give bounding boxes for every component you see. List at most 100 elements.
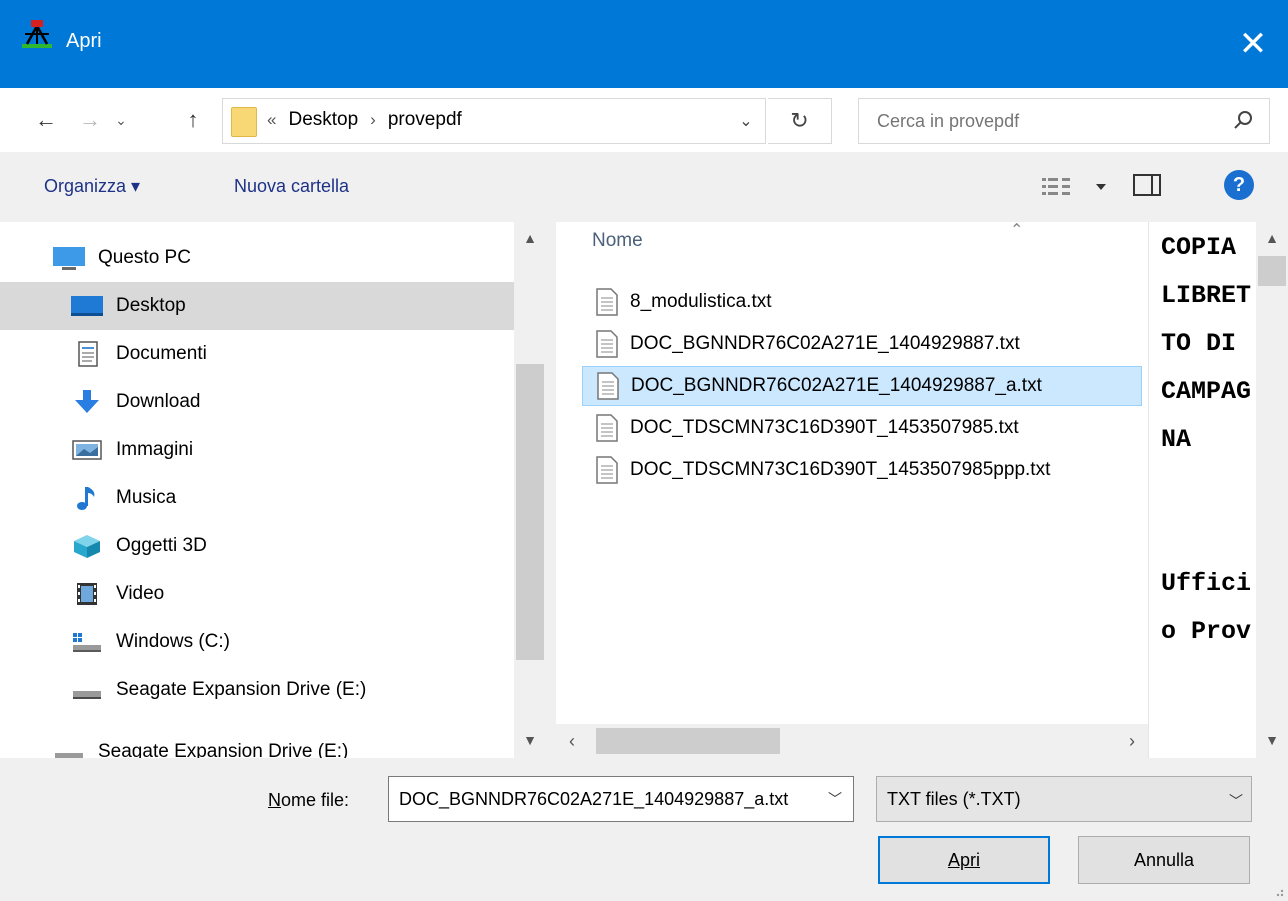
sidebar-item-label: Seagate Expansion Drive (E:) — [116, 679, 367, 700]
chevron-down-icon[interactable]: ﹀ — [817, 777, 853, 821]
change-view-icon[interactable] — [1040, 174, 1110, 200]
sidebar-item-label: Seagate Expansion Drive (E:) — [98, 741, 349, 758]
drive-icon — [73, 691, 101, 699]
filename-label: Nome file: — [268, 790, 349, 811]
sort-ascending-icon: ⌃ — [1010, 222, 1024, 239]
address-dropdown-button[interactable]: ⌄ — [726, 98, 766, 144]
close-button[interactable]: ✕ — [1218, 0, 1288, 88]
file-row[interactable]: 8_modulistica.txt — [582, 282, 1142, 322]
sidebar-item-label: Download — [116, 391, 201, 412]
new-folder-button[interactable]: Nuova cartella — [234, 176, 349, 197]
refresh-button[interactable]: ↻ — [768, 98, 832, 144]
open-button-label: Apri — [947, 849, 980, 870]
window-title: Apri — [66, 30, 102, 52]
scrollbar-thumb[interactable] — [596, 728, 780, 754]
scroll-up-arrow-icon[interactable]: ▲ — [514, 222, 546, 254]
file-name: 8_modulistica.txt — [630, 291, 772, 312]
windows-drive-icon — [73, 633, 101, 652]
column-header-name[interactable]: Nome — [592, 230, 643, 252]
sidebar-item-label: Immagini — [116, 439, 194, 460]
sidebar-item-download[interactable]: Download — [0, 378, 514, 426]
pc-icon — [53, 247, 85, 270]
file-type-select[interactable]: TXT files (*.TXT) ﹀ — [876, 776, 1252, 822]
breadcrumb-provepdf[interactable]: provepdf — [388, 109, 462, 131]
breadcrumb-overflow[interactable]: « — [267, 110, 276, 130]
preview-pane-icon[interactable] — [1132, 172, 1162, 198]
video-icon — [77, 583, 97, 605]
breadcrumb-desktop[interactable]: Desktop — [288, 109, 358, 131]
file-list: ⌃ Nome 8_modulistica.txt DOC_BGNNDR76C02… — [556, 222, 1148, 758]
sidebar-item-immagini[interactable]: Immagini — [0, 426, 514, 474]
breadcrumb-separator[interactable]: › — [370, 110, 376, 130]
folder-icon — [231, 107, 257, 137]
up-button[interactable]: ↑ — [176, 104, 210, 136]
text-file-icon — [596, 456, 618, 484]
sidebar-item-label: Oggetti 3D — [116, 535, 207, 556]
file-name: DOC_TDSCMN73C16D390T_1453507985.txt — [630, 417, 1019, 438]
breadcrumb: « Desktop › provepdf — [267, 109, 462, 131]
filename-value[interactable]: DOC_BGNNDR76C02A271E_1404929887_a.txt — [399, 789, 815, 810]
navigation-pane: Questo PC Desktop Documenti Download Imm… — [0, 222, 514, 758]
sidebar-item-label: Windows (C:) — [116, 631, 231, 652]
dialog-footer: Nome file: DOC_BGNNDR76C02A271E_14049298… — [0, 758, 1288, 901]
file-name: DOC_BGNNDR76C02A271E_1404929887.txt — [630, 333, 1020, 354]
pictures-icon — [72, 440, 102, 460]
command-bar: Organizza ▾ Nuova cartella ? — [0, 152, 1288, 222]
search-input[interactable] — [877, 111, 1197, 132]
scroll-right-arrow-icon[interactable]: › — [1116, 724, 1148, 758]
sidebar-item-documenti[interactable]: Documenti — [0, 330, 514, 378]
help-icon[interactable]: ? — [1224, 170, 1254, 200]
scroll-down-arrow-icon[interactable]: ▼ — [1256, 724, 1288, 756]
file-row[interactable]: DOC_TDSCMN73C16D390T_1453507985ppp.txt — [582, 450, 1142, 490]
music-icon — [77, 487, 95, 510]
desktop-icon — [71, 296, 103, 316]
download-icon — [75, 390, 99, 413]
resize-grip-icon[interactable] — [1270, 883, 1284, 897]
3d-objects-icon — [74, 535, 100, 558]
scrollbar-thumb[interactable] — [516, 364, 544, 660]
sidebar-item-musica[interactable]: Musica — [0, 474, 514, 522]
file-row-selected[interactable]: DOC_BGNNDR76C02A271E_1404929887_a.txt — [582, 366, 1142, 406]
scrollbar-thumb[interactable] — [1258, 256, 1286, 286]
file-name: DOC_BGNNDR76C02A271E_1404929887_a.txt — [631, 375, 1042, 396]
preview-pane: COPIA LIBRETTO DI CAMPAGNA Ufficio Prov — [1148, 222, 1256, 758]
title-bar: Apri ✕ — [0, 0, 1288, 88]
preview-scrollbar[interactable]: ▲ ▼ — [1256, 222, 1288, 758]
filename-label-text: ome file: — [281, 790, 350, 810]
app-icon — [22, 20, 52, 48]
sidebar-item-label: Video — [116, 583, 165, 604]
file-row[interactable]: DOC_BGNNDR76C02A271E_1404929887.txt — [582, 324, 1142, 364]
sidebar-item-label: Documenti — [116, 343, 207, 364]
sidebar-item-oggetti-3d[interactable]: Oggetti 3D — [0, 522, 514, 570]
sidebar-item-label: Musica — [116, 487, 177, 508]
file-row[interactable]: DOC_TDSCMN73C16D390T_1453507985.txt — [582, 408, 1142, 448]
sidebar-item-seagate-e-2[interactable]: Seagate Expansion Drive (E:) — [0, 728, 514, 758]
address-bar[interactable]: « Desktop › provepdf — [222, 98, 766, 144]
sidebar-item-label: Desktop — [116, 295, 186, 316]
file-type-value: TXT files (*.TXT) — [887, 789, 1021, 809]
text-file-icon — [596, 288, 618, 316]
preview-text: COPIA LIBRETTO DI CAMPAGNA Ufficio Prov — [1161, 233, 1252, 646]
scroll-up-arrow-icon[interactable]: ▲ — [1256, 222, 1288, 254]
organize-menu[interactable]: Organizza ▾ — [44, 176, 140, 197]
scroll-left-arrow-icon[interactable]: ‹ — [556, 724, 588, 758]
text-file-icon — [596, 414, 618, 442]
navigation-pane-scrollbar[interactable]: ▲ ▼ — [514, 222, 546, 758]
file-list-horizontal-scrollbar[interactable]: ‹ › — [556, 724, 1148, 758]
sidebar-item-windows-c[interactable]: Windows (C:) — [0, 618, 514, 666]
file-name: DOC_TDSCMN73C16D390T_1453507985ppp.txt — [630, 459, 1051, 480]
filename-field[interactable]: DOC_BGNNDR76C02A271E_1404929887_a.txt ﹀ — [388, 776, 854, 822]
sidebar-item-video[interactable]: Video — [0, 570, 514, 618]
sidebar-item-seagate-e[interactable]: Seagate Expansion Drive (E:) — [0, 666, 514, 714]
recent-locations-button[interactable]: ⌄ — [110, 104, 132, 136]
open-button[interactable]: Apri — [878, 836, 1050, 884]
cancel-button[interactable]: Annulla — [1078, 836, 1250, 884]
search-box[interactable] — [858, 98, 1270, 144]
chevron-down-icon: ﹀ — [1229, 793, 1243, 809]
back-button[interactable]: ← — [28, 104, 64, 136]
scroll-down-arrow-icon[interactable]: ▼ — [514, 724, 546, 756]
documents-icon — [78, 341, 98, 367]
sidebar-item-questo-pc[interactable]: Questo PC — [0, 234, 514, 282]
forward-button[interactable]: → — [76, 104, 104, 136]
sidebar-item-desktop[interactable]: Desktop — [0, 282, 514, 330]
